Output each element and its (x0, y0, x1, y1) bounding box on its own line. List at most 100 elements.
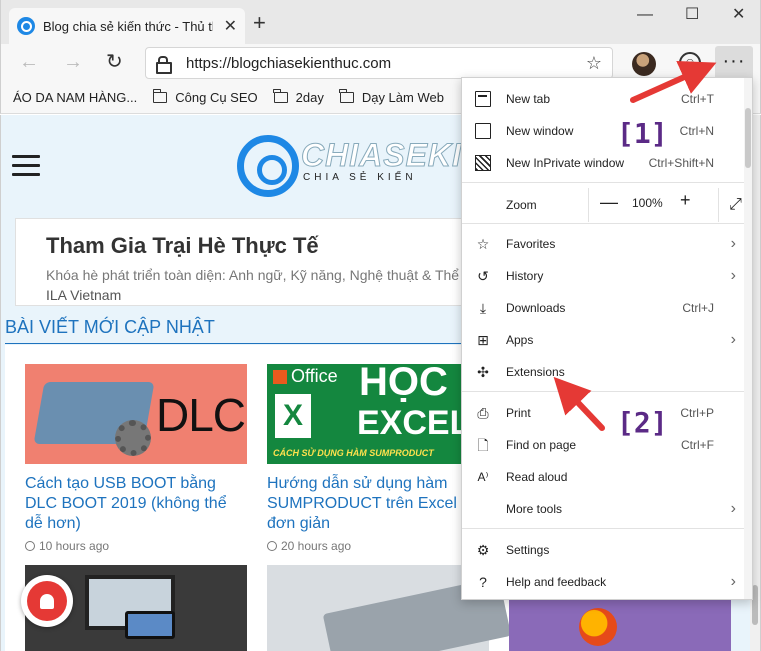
notification-bell-button[interactable] (21, 575, 73, 627)
download-icon: ⤓ (479, 300, 487, 316)
chevron-right-icon: › (730, 500, 736, 517)
site-logo-tagline: CHIA SẺ KIẾN (303, 172, 417, 183)
menu-item-shortcut: Ctrl+Shift+N (648, 156, 714, 170)
post-title-link[interactable]: Hướng dẫn sử dụng hàm SUMPRODUCT trên Ex… (267, 474, 489, 534)
favorite-star-icon[interactable]: ☆ (586, 53, 602, 74)
excel-logo-icon: X (275, 394, 311, 438)
maximize-button[interactable]: ☐ (685, 4, 699, 26)
menu-item-shortcut: Ctrl+F (681, 438, 714, 452)
site-favicon-icon (17, 17, 35, 35)
menu-item-shortcut: Ctrl+J (682, 301, 714, 315)
zoom-out-button[interactable]: — (600, 192, 618, 213)
post-time-text: 10 hours ago (39, 539, 110, 553)
firefox-logo-icon (579, 608, 617, 646)
post-time: 10 hours ago (25, 539, 247, 553)
browser-tab[interactable]: Blog chia sẻ kiến thức - Thủ thuật ✕ (9, 8, 245, 44)
menu-item-new-window[interactable]: New window Ctrl+N (462, 115, 752, 147)
thumbnail-office-text: Office (291, 366, 338, 386)
post-card[interactable]: Office X HỌC EXCEL CÁCH SỬ DỤNG HÀM SUMP… (267, 364, 489, 553)
title-bar: Blog chia sẻ kiến thức - Thủ thuật ✕ + —… (0, 0, 761, 44)
bookmark-folder[interactable]: Công Cụ SEO (152, 89, 258, 105)
post-thumbnail[interactable]: Office X HỌC EXCEL CÁCH SỬ DỤNG HÀM SUMP… (267, 364, 489, 464)
menu-item-more-tools[interactable]: More tools › (462, 493, 752, 525)
bookmark-label: ÁO DA NAM HÀNG... (13, 90, 138, 105)
lock-icon (156, 56, 172, 74)
menu-item-new-tab[interactable]: New tab Ctrl+T (462, 83, 752, 115)
minimize-button[interactable]: — (637, 4, 653, 26)
thumbnail-excel-text: EXCEL (357, 404, 471, 442)
new-tab-icon (475, 91, 491, 107)
hamburger-menu-icon[interactable] (12, 155, 40, 182)
post-thumbnail[interactable] (267, 565, 512, 651)
bell-icon (27, 581, 67, 621)
menu-item-extensions[interactable]: Extensions (462, 356, 752, 388)
menu-item-label: Find on page (506, 438, 577, 452)
bookmark-folder[interactable]: 2day (273, 89, 324, 105)
annotation-step-1: [1] (617, 117, 668, 150)
menu-item-label: More tools (506, 502, 563, 516)
profile-avatar[interactable] (632, 52, 656, 76)
gear-graphic-icon (115, 420, 151, 456)
address-bar[interactable]: https://blogchiasekienthuc.com ☆ (145, 47, 613, 79)
menu-item-shortcut: Ctrl+P (680, 406, 714, 420)
menu-item-label: Print (506, 406, 531, 420)
menu-item-label: Downloads (506, 301, 566, 315)
zoom-in-button[interactable]: + (680, 190, 691, 211)
menu-item-label: New window (506, 124, 574, 138)
menu-item-label: Help and feedback (506, 575, 607, 589)
post-title-link[interactable]: Cách tạo USB BOOT bằng DLC BOOT 2019 (kh… (25, 474, 247, 534)
menu-item-label: Settings (506, 543, 550, 557)
menu-item-settings[interactable]: ⚙ Settings (462, 534, 752, 566)
menu-item-downloads[interactable]: ⤓ Downloads Ctrl+J (462, 292, 752, 324)
menu-separator (462, 391, 752, 392)
help-icon: ? (479, 574, 487, 590)
menu-separator (462, 223, 752, 224)
menu-item-read-aloud[interactable]: A⁾ Read aloud (462, 461, 752, 493)
forward-arrow-icon[interactable]: → (63, 50, 83, 74)
settings-menu: New tab Ctrl+T New window Ctrl+N New InP… (461, 77, 753, 600)
thumbnail-text: DLC (155, 389, 246, 441)
menu-item-shortcut: Ctrl+N (679, 124, 714, 138)
print-icon: ⎙ (477, 405, 489, 421)
annotation-step-2: [2] (617, 406, 668, 439)
bookmark-label: 2day (295, 90, 324, 105)
gear-icon: ⚙ (476, 542, 490, 558)
menu-item-favorites[interactable]: ☆ Favorites › (462, 228, 752, 260)
history-icon: ↺ (477, 268, 489, 284)
new-tab-button[interactable]: + (253, 11, 266, 35)
bookmark-label: Công Cụ SEO (175, 90, 258, 105)
refresh-icon[interactable]: ↻ (106, 50, 123, 74)
menu-scrollbar[interactable] (744, 78, 752, 599)
menu-item-new-inprivate-window[interactable]: New InPrivate window Ctrl+Shift+N (462, 147, 752, 179)
chevron-right-icon: › (730, 267, 736, 284)
clock-icon (267, 541, 277, 551)
post-thumbnail[interactable] (509, 598, 731, 651)
zoom-divider (588, 188, 589, 222)
bookmark-item[interactable]: ÁO DA NAM HÀNG... (1, 90, 138, 211)
menu-item-apps[interactable]: ⊞ Apps › (462, 324, 752, 356)
thumbnail-hoc-text: HỌC (359, 364, 448, 404)
post-card[interactable]: DLC Cách tạo USB BOOT bằng DLC BOOT 2019… (25, 364, 247, 553)
star-icon: ☆ (476, 236, 490, 252)
menu-item-label: New tab (506, 92, 551, 106)
settings-more-button[interactable]: ··· (715, 46, 753, 80)
menu-scroll-thumb[interactable] (745, 108, 751, 168)
tab-close-icon[interactable]: ✕ (224, 16, 237, 36)
bookmark-label: Dạy Làm Web (361, 90, 444, 105)
feedback-smiley-icon[interactable]: ☺ (679, 52, 701, 74)
menu-item-history[interactable]: ↺ History › (462, 260, 752, 292)
menu-item-label: Apps (506, 333, 534, 347)
post-time: 20 hours ago (267, 539, 489, 553)
menu-item-help-and-feedback[interactable]: ? Help and feedback › (462, 566, 752, 598)
back-arrow-icon[interactable]: ← (19, 50, 39, 74)
menu-item-find-on-page[interactable]: 🗋 Find on page Ctrl+F (462, 429, 752, 461)
apps-icon: ⊞ (477, 332, 489, 348)
menu-item-shortcut: Ctrl+T (681, 92, 714, 106)
site-logo-icon[interactable] (237, 135, 299, 197)
close-window-button[interactable]: ✕ (732, 4, 745, 26)
post-thumbnail[interactable]: DLC (25, 364, 247, 464)
folder-icon (339, 89, 354, 103)
bookmark-folder[interactable]: Dạy Làm Web (339, 89, 444, 105)
new-window-icon (475, 123, 491, 139)
menu-item-print[interactable]: ⎙ Print Ctrl+P (462, 397, 752, 429)
